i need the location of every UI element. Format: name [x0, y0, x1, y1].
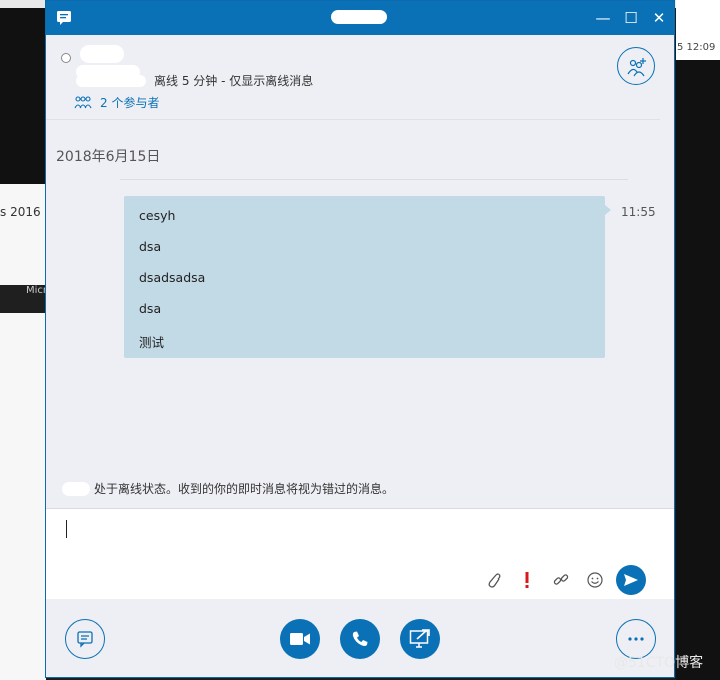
- maximize-button[interactable]: ☐: [620, 8, 642, 28]
- compose-toolbar: [476, 565, 646, 595]
- participants-link[interactable]: 2 个参与者: [74, 94, 159, 111]
- important-button[interactable]: [510, 568, 544, 592]
- attach-button[interactable]: [476, 568, 510, 592]
- link-icon: [553, 574, 569, 585]
- watermark: @51CTO博客: [614, 655, 704, 671]
- send-button[interactable]: [616, 565, 646, 595]
- date-divider: [120, 179, 628, 180]
- conversation-window: — ☐ ✕ 离线 5 分钟 - 仅显示离线消息 2 个参与者 2018年6月15…: [45, 0, 675, 678]
- message-timestamp: 11:55: [621, 205, 656, 219]
- close-button[interactable]: ✕: [648, 8, 670, 28]
- message-line: cesyh: [139, 208, 176, 223]
- video-camera-icon: [290, 633, 310, 645]
- attach-icon: [488, 573, 501, 588]
- offline-notice-text: 处于离线状态。收到的你的即时消息将视为错过的消息。: [94, 482, 395, 496]
- background-window-left: [0, 8, 46, 680]
- message-line: dsadsadsa: [139, 270, 206, 285]
- contact-name-redacted: [80, 45, 124, 63]
- background-panel: [0, 184, 46, 680]
- message-bubble: cesyh dsa dsadsadsa dsa 测试: [124, 196, 611, 358]
- message-line: 测试: [139, 335, 165, 350]
- share-screen-button[interactable]: [400, 619, 440, 659]
- add-people-button[interactable]: [617, 47, 655, 85]
- contact-detail-redacted: [76, 75, 146, 87]
- text-cursor: [66, 520, 67, 538]
- message-line: dsa: [139, 239, 162, 254]
- share-screen-icon: [409, 629, 430, 648]
- add-people-icon: [627, 58, 646, 77]
- contact-name-redacted: [331, 10, 387, 24]
- call-controls-bar: [46, 599, 674, 677]
- emoji-icon: [587, 572, 603, 588]
- emoji-button[interactable]: [578, 568, 612, 592]
- participants-label: 2 个参与者: [100, 96, 160, 110]
- message-compose-area[interactable]: [46, 508, 674, 599]
- presence-status-icon: [61, 53, 71, 63]
- presence-status-text: 离线 5 分钟 - 仅显示离线消息: [154, 74, 314, 88]
- important-icon: [525, 572, 529, 588]
- background-time: 5 12:09: [677, 42, 716, 53]
- phone-icon: [352, 631, 368, 646]
- send-icon: [624, 574, 638, 586]
- im-button[interactable]: [65, 619, 105, 659]
- video-button[interactable]: [280, 619, 320, 659]
- conversation-date: 2018年6月15日: [56, 149, 161, 165]
- chat-app-icon: [57, 11, 71, 25]
- participants-icon: [74, 95, 92, 108]
- chat-bubble-icon: [77, 631, 93, 648]
- more-icon: [628, 637, 644, 641]
- link-button[interactable]: [544, 568, 578, 592]
- minimize-button[interactable]: —: [592, 8, 614, 28]
- call-button[interactable]: [340, 619, 380, 659]
- background-tab-fragment: Micr: [26, 285, 48, 296]
- background-window-right: [676, 0, 720, 680]
- title-bar: — ☐ ✕: [46, 1, 674, 35]
- background-text-fragment: s 2016: [0, 205, 41, 219]
- header-divider: [46, 119, 660, 120]
- offline-notice: 处于离线状态。收到的你的即时消息将视为错过的消息。: [62, 480, 394, 497]
- contact-name-redacted: [62, 481, 90, 496]
- message-line: dsa: [139, 301, 162, 316]
